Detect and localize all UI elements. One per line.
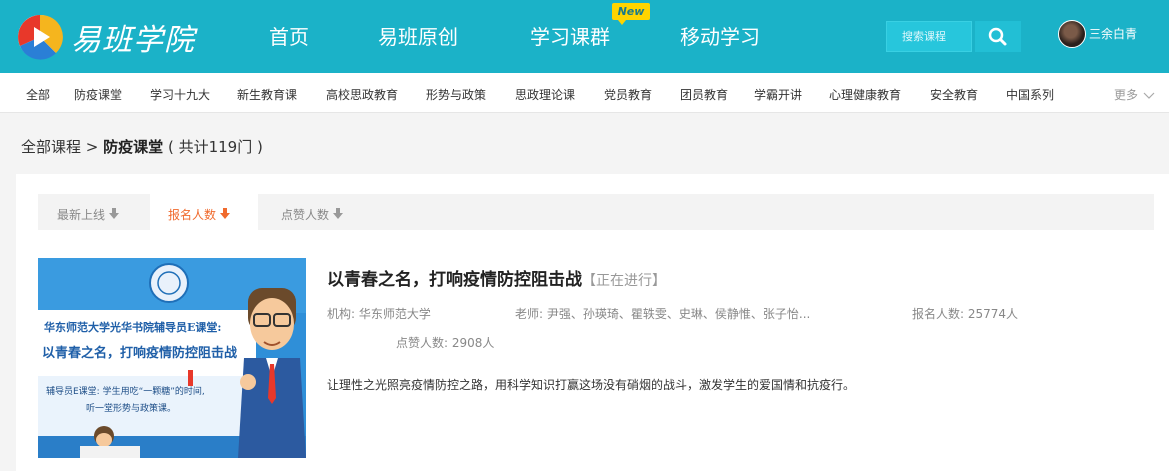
chevron-down-icon (1143, 92, 1155, 99)
breadcrumb: 全部课程 > 防疫课堂 ( 共计119门 ) (21, 136, 263, 157)
top-header: 易班学院 首页 易班原创 学习课群 New 移动学习 搜索课程 三余白青 (0, 0, 1169, 73)
search-input[interactable]: 搜索课程 (886, 21, 972, 52)
likes-value: 2908人 (451, 336, 495, 350)
course-count: ( 共计119门 ) (167, 138, 263, 156)
course-title-text: 以青春之名，打响疫情防控阻击战 (327, 270, 582, 290)
play-logo-icon (16, 13, 64, 61)
category-item[interactable]: 党员教育 (604, 86, 652, 103)
sort-likes[interactable]: 点赞人数 (281, 206, 343, 223)
logo-text: 易班学院 (71, 23, 195, 58)
nav-original[interactable]: 易班原创 (378, 22, 458, 52)
sort-newest-label: 最新上线 (57, 208, 106, 222)
course-org: 机构: 华东师范大学 (327, 305, 431, 322)
teacher-value: 尹强、孙瑛琦、瞿轶雯、史琳、侯静惟、张子怡... (546, 307, 811, 321)
course-enrollment: 报名人数: 25774人 (912, 305, 1018, 322)
nav-study-group[interactable]: 学习课群 (530, 22, 610, 52)
org-value: 华东师范大学 (358, 307, 431, 321)
course-status: 【正在进行】 (582, 273, 666, 289)
sort-likes-label: 点赞人数 (281, 208, 330, 222)
more-label: 更多 (1114, 88, 1139, 102)
course-description: 让理性之光照亮疫情防控之路，用科学知识打赢这场没有硝烟的战斗，激发学生的爱国情和… (327, 378, 856, 392)
category-item[interactable]: 心理健康教育 (829, 86, 901, 103)
breadcrumb-separator: > (85, 138, 99, 156)
thumb-line-3: 辅导员E课堂: 学生用吃“一颗糖”的时间, (46, 387, 205, 397)
arrow-down-icon (332, 208, 343, 219)
enroll-value: 25774人 (967, 307, 1019, 321)
category-item[interactable]: 中国系列 (1006, 86, 1054, 103)
enroll-label: 报名人数: (912, 307, 965, 321)
username[interactable]: 三余白青 (1089, 25, 1137, 42)
category-item[interactable]: 全部 (26, 86, 50, 103)
category-item[interactable]: 思政理论课 (515, 86, 575, 103)
course-thumbnail[interactable]: 华东师范大学光华书院辅导员E课堂: 以青春之名，打响疫情防控阻击战 辅导员E课堂… (38, 258, 306, 458)
new-badge: New (612, 3, 650, 25)
category-item[interactable]: 高校思政教育 (326, 86, 398, 103)
site-logo[interactable]: 易班学院 (16, 12, 201, 62)
course-likes: 点赞人数: 2908人 (396, 334, 494, 351)
nav-mobile-learning[interactable]: 移动学习 (680, 22, 760, 52)
thumb-line-4: 听一堂形势与政策课。 (86, 404, 177, 414)
course-teachers: 老师: 尹强、孙瑛琦、瞿轶雯、史琳、侯静惟、张子怡... (515, 305, 810, 322)
arrow-down-icon (108, 208, 119, 219)
sort-enrollment[interactable]: 报名人数 (168, 206, 230, 223)
category-item[interactable]: 形势与政策 (426, 86, 486, 103)
search-icon (988, 27, 1007, 46)
arrow-down-icon (219, 208, 230, 219)
search-button[interactable] (975, 21, 1021, 52)
more-categories-button[interactable]: 更多 (1114, 86, 1156, 103)
category-item[interactable]: 学霸开讲 (754, 86, 802, 103)
thumb-line-2: 以青春之名，打响疫情防控阻击战 (42, 346, 238, 361)
category-item[interactable]: 团员教育 (680, 86, 728, 103)
avatar[interactable] (1058, 20, 1086, 48)
course-title[interactable]: 以青春之名，打响疫情防控阻击战【正在进行】 (327, 265, 666, 290)
breadcrumb-current: 防疫课堂 (103, 138, 164, 156)
sort-enrollment-label: 报名人数 (168, 208, 217, 222)
category-item[interactable]: 安全教育 (930, 86, 978, 103)
category-item[interactable]: 防疫课堂 (74, 86, 122, 103)
teacher-label: 老师: (515, 307, 544, 321)
thumb-line-1: 华东师范大学光华书院辅导员E课堂: (44, 321, 222, 334)
nav-home[interactable]: 首页 (269, 22, 309, 52)
org-label: 机构: (327, 307, 356, 321)
category-item[interactable]: 新生教育课 (237, 86, 297, 103)
likes-label: 点赞人数: (396, 336, 449, 350)
breadcrumb-root[interactable]: 全部课程 (21, 138, 81, 156)
sort-newest[interactable]: 最新上线 (57, 206, 119, 223)
category-item[interactable]: 学习十九大 (150, 86, 210, 103)
